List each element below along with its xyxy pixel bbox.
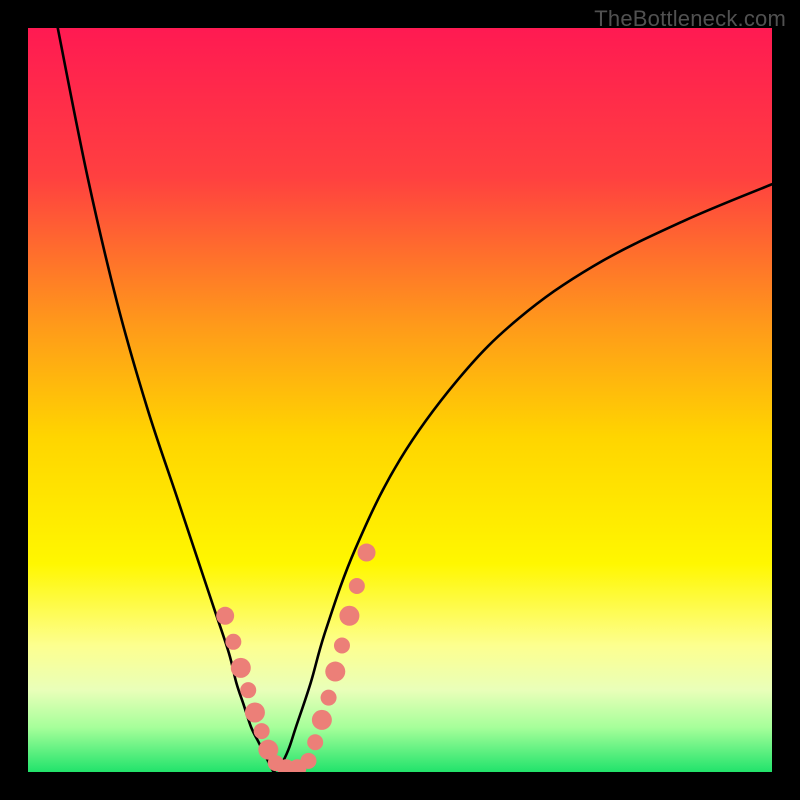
- chart-background: [28, 28, 772, 772]
- data-marker: [216, 607, 234, 625]
- watermark-text: TheBottleneck.com: [594, 6, 786, 32]
- data-marker: [245, 702, 265, 722]
- data-marker: [325, 662, 345, 682]
- chart-plot-area: [28, 28, 772, 772]
- data-marker: [254, 723, 270, 739]
- data-marker: [339, 606, 359, 626]
- data-marker: [307, 734, 323, 750]
- data-marker: [300, 753, 316, 769]
- data-marker: [321, 690, 337, 706]
- data-marker: [358, 544, 376, 562]
- data-marker: [231, 658, 251, 678]
- data-marker: [312, 710, 332, 730]
- data-marker: [240, 682, 256, 698]
- chart-svg: [28, 28, 772, 772]
- data-marker: [334, 638, 350, 654]
- data-marker: [225, 634, 241, 650]
- data-marker: [349, 578, 365, 594]
- chart-frame: TheBottleneck.com: [0, 0, 800, 800]
